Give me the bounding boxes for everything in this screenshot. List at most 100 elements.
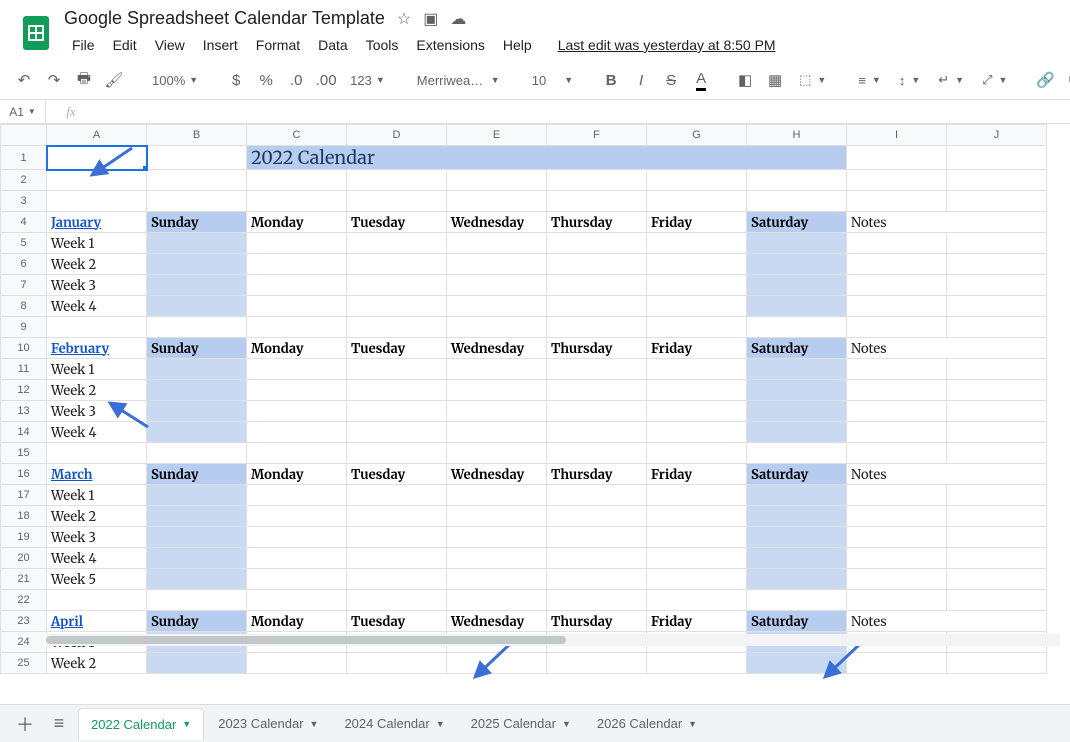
cell[interactable] bbox=[447, 191, 547, 212]
column-header[interactable]: I bbox=[847, 125, 947, 146]
cell[interactable]: Wednesday bbox=[447, 212, 547, 233]
column-header[interactable]: D bbox=[347, 125, 447, 146]
cell[interactable] bbox=[147, 443, 247, 464]
cell[interactable] bbox=[147, 548, 247, 569]
row-header[interactable]: 8 bbox=[1, 296, 47, 317]
cell[interactable] bbox=[947, 506, 1047, 527]
cell[interactable] bbox=[447, 422, 547, 443]
cell[interactable] bbox=[747, 170, 847, 191]
chevron-down-icon[interactable]: ▼ bbox=[182, 719, 191, 729]
cell[interactable] bbox=[547, 548, 647, 569]
cell[interactable]: Friday bbox=[647, 212, 747, 233]
cell[interactable] bbox=[47, 191, 147, 212]
cell[interactable]: Tuesday bbox=[347, 212, 447, 233]
row-header[interactable]: 20 bbox=[1, 548, 47, 569]
cell[interactable]: Thursday bbox=[547, 338, 647, 359]
cell[interactable]: Monday bbox=[247, 464, 347, 485]
decrease-decimal-button[interactable]: .0 bbox=[284, 67, 308, 93]
cell[interactable] bbox=[947, 191, 1047, 212]
cell[interactable] bbox=[947, 380, 1047, 401]
cell[interactable] bbox=[347, 485, 447, 506]
cell[interactable] bbox=[847, 275, 947, 296]
star-icon[interactable]: ☆ bbox=[397, 9, 411, 29]
cell[interactable] bbox=[47, 170, 147, 191]
horizontal-scrollbar[interactable] bbox=[46, 634, 1060, 646]
merge-button[interactable]: ⬚▼ bbox=[793, 67, 832, 93]
sheet-tab[interactable]: 2022 Calendar▼ bbox=[78, 708, 204, 740]
cell[interactable] bbox=[47, 317, 147, 338]
cell[interactable] bbox=[847, 317, 947, 338]
cell[interactable]: Week 5 bbox=[47, 569, 147, 590]
italic-button[interactable]: I bbox=[629, 67, 653, 93]
cell[interactable] bbox=[147, 191, 247, 212]
cell[interactable] bbox=[547, 485, 647, 506]
cell[interactable] bbox=[147, 422, 247, 443]
cell[interactable] bbox=[847, 254, 947, 275]
cell[interactable] bbox=[347, 569, 447, 590]
cell[interactable] bbox=[147, 527, 247, 548]
document-title[interactable]: Google Spreadsheet Calendar Template bbox=[64, 8, 385, 29]
name-box[interactable]: A1▼ bbox=[0, 100, 46, 123]
cell[interactable] bbox=[547, 569, 647, 590]
menu-format[interactable]: Format bbox=[248, 33, 308, 57]
cell[interactable] bbox=[347, 317, 447, 338]
h-align-button[interactable]: ≡▼ bbox=[852, 67, 887, 93]
cell[interactable] bbox=[147, 275, 247, 296]
move-icon[interactable]: ▣ bbox=[423, 9, 438, 29]
cell[interactable] bbox=[547, 317, 647, 338]
cell[interactable] bbox=[847, 527, 947, 548]
cell[interactable]: Sunday bbox=[147, 212, 247, 233]
cell[interactable]: Week 4 bbox=[47, 548, 147, 569]
cell[interactable]: Monday bbox=[247, 611, 347, 632]
row-header[interactable]: 15 bbox=[1, 443, 47, 464]
cell[interactable] bbox=[147, 485, 247, 506]
cell[interactable] bbox=[347, 422, 447, 443]
cell[interactable] bbox=[847, 191, 947, 212]
cell[interactable] bbox=[647, 380, 747, 401]
cell[interactable] bbox=[947, 548, 1047, 569]
row-header[interactable]: 18 bbox=[1, 506, 47, 527]
cell[interactable] bbox=[247, 359, 347, 380]
sheet-tab[interactable]: 2024 Calendar▼ bbox=[332, 708, 456, 740]
cell[interactable] bbox=[547, 422, 647, 443]
cell[interactable] bbox=[647, 233, 747, 254]
v-align-button[interactable]: ↕▼ bbox=[893, 67, 926, 93]
cell[interactable] bbox=[847, 233, 947, 254]
cell[interactable] bbox=[447, 653, 547, 674]
cell[interactable] bbox=[847, 443, 947, 464]
cell[interactable] bbox=[647, 170, 747, 191]
row-header[interactable]: 22 bbox=[1, 590, 47, 611]
cell[interactable] bbox=[447, 359, 547, 380]
cell[interactable] bbox=[447, 275, 547, 296]
cell[interactable] bbox=[547, 653, 647, 674]
cell[interactable] bbox=[947, 254, 1047, 275]
cell[interactable]: Thursday bbox=[547, 464, 647, 485]
cell[interactable] bbox=[847, 359, 947, 380]
cell[interactable] bbox=[547, 254, 647, 275]
cell[interactable]: Friday bbox=[647, 338, 747, 359]
percent-button[interactable]: % bbox=[254, 67, 278, 93]
cell[interactable] bbox=[347, 548, 447, 569]
cell[interactable] bbox=[347, 590, 447, 611]
cell[interactable] bbox=[847, 422, 947, 443]
cell[interactable] bbox=[547, 590, 647, 611]
cell[interactable] bbox=[647, 275, 747, 296]
row-header[interactable]: 21 bbox=[1, 569, 47, 590]
cell[interactable] bbox=[447, 170, 547, 191]
cell[interactable]: Thursday bbox=[547, 212, 647, 233]
menu-view[interactable]: View bbox=[147, 33, 193, 57]
cell[interactable] bbox=[247, 485, 347, 506]
cell[interactable]: April bbox=[47, 611, 147, 632]
cell[interactable] bbox=[747, 317, 847, 338]
fill-color-button[interactable]: ◧ bbox=[733, 67, 757, 93]
cell[interactable] bbox=[547, 401, 647, 422]
menu-help[interactable]: Help bbox=[495, 33, 540, 57]
cell[interactable] bbox=[847, 485, 947, 506]
menu-extensions[interactable]: Extensions bbox=[408, 33, 492, 57]
cell[interactable]: Sunday bbox=[147, 338, 247, 359]
cell[interactable] bbox=[447, 548, 547, 569]
formula-input[interactable] bbox=[96, 100, 1070, 123]
cell[interactable] bbox=[947, 527, 1047, 548]
row-header[interactable]: 10 bbox=[1, 338, 47, 359]
menu-file[interactable]: File bbox=[64, 33, 103, 57]
